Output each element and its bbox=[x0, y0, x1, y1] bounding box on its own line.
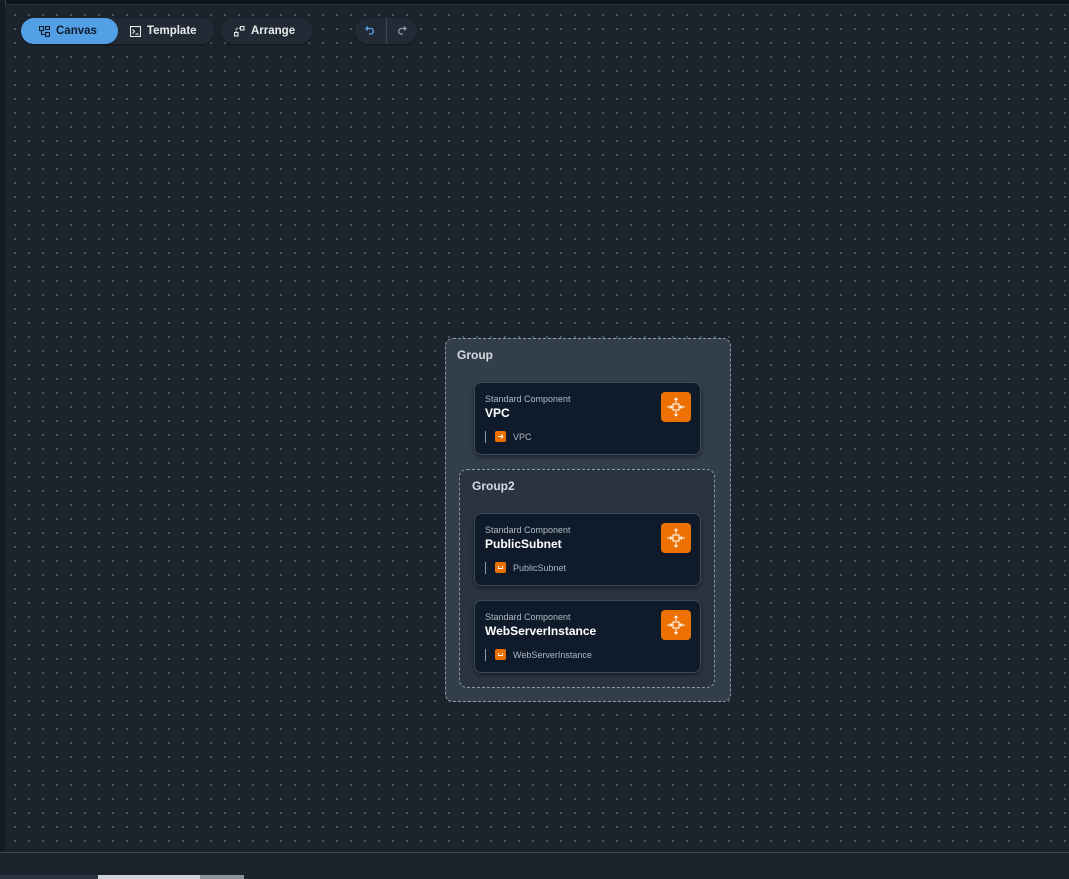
ec2-component-icon bbox=[661, 392, 691, 422]
bottom-tab[interactable] bbox=[200, 875, 244, 879]
component-resource: PublicSubnet bbox=[485, 561, 566, 574]
resource-label: WebServerInstance bbox=[513, 649, 592, 660]
resource-type-icon bbox=[495, 562, 506, 573]
divider bbox=[485, 648, 486, 661]
component-card-publicsubnet[interactable]: Standard Component PublicSubnet PublicSu… bbox=[474, 513, 701, 586]
template-tab-label: Template bbox=[146, 25, 197, 37]
component-card-webserverinstance[interactable]: Standard Component WebServerInstance Web… bbox=[474, 600, 701, 673]
component-kind: Standard Component bbox=[485, 394, 571, 404]
group2-title: Group2 bbox=[472, 479, 515, 493]
component-kind: Standard Component bbox=[485, 525, 571, 535]
undo-icon bbox=[364, 22, 376, 40]
component-name: WebServerInstance bbox=[485, 624, 597, 638]
bottom-panel bbox=[0, 852, 1069, 879]
history-controls bbox=[355, 18, 417, 44]
resource-type-icon bbox=[495, 649, 506, 660]
redo-icon bbox=[396, 22, 408, 40]
canvas-icon bbox=[39, 25, 50, 37]
resource-label: VPC bbox=[513, 431, 532, 442]
template-tab[interactable]: Template bbox=[118, 18, 214, 44]
ec2-component-icon bbox=[661, 610, 691, 640]
ec2-component-icon bbox=[661, 523, 691, 553]
divider bbox=[485, 561, 486, 574]
arrange-button-label: Arrange bbox=[251, 25, 296, 37]
resource-label: PublicSubnet bbox=[513, 562, 567, 573]
undo-button[interactable] bbox=[355, 18, 387, 44]
component-card-vpc[interactable]: Standard Component VPC VPC bbox=[474, 382, 701, 455]
divider bbox=[485, 430, 486, 443]
canvas-tab-label: Canvas bbox=[56, 25, 97, 37]
group-title: Group bbox=[457, 348, 493, 362]
view-toggle: Canvas Template bbox=[21, 18, 214, 44]
arrange-group: Arrange bbox=[221, 18, 314, 44]
component-resource: WebServerInstance bbox=[485, 648, 592, 661]
bottom-tab[interactable] bbox=[98, 875, 200, 879]
component-name: VPC bbox=[485, 406, 510, 420]
bottom-tab[interactable] bbox=[0, 875, 98, 879]
arrange-icon bbox=[234, 25, 245, 37]
component-name: PublicSubnet bbox=[485, 537, 562, 551]
arrange-button[interactable]: Arrange bbox=[221, 18, 313, 44]
redo-button[interactable] bbox=[387, 18, 418, 44]
app-frame: Canvas Template Arrange Group Standard C… bbox=[0, 0, 1069, 879]
canvas-tab[interactable]: Canvas bbox=[21, 18, 118, 44]
resource-type-icon bbox=[495, 431, 506, 442]
template-icon bbox=[129, 25, 141, 37]
component-kind: Standard Component bbox=[485, 612, 571, 622]
component-resource: VPC bbox=[485, 430, 532, 443]
